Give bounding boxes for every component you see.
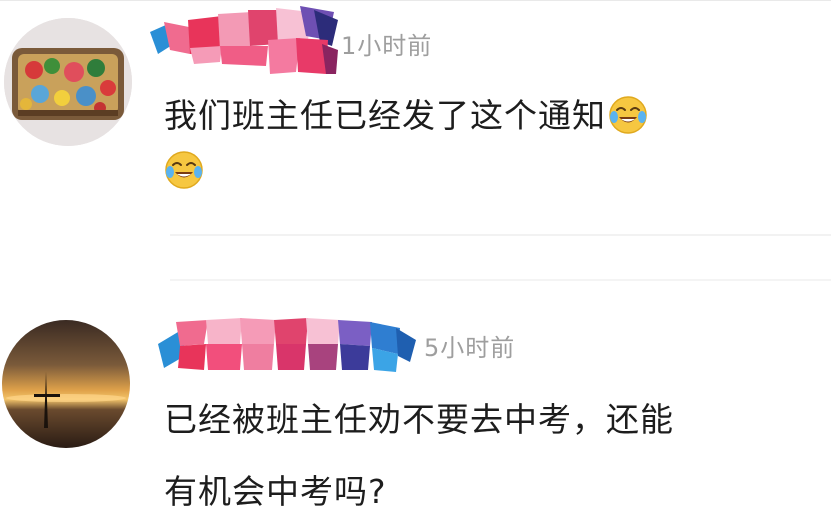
comment-text: 已经被班主任劝不要去中考，还能 有机会中考吗? [164, 384, 804, 528]
username-mosaic[interactable] [150, 6, 338, 78]
avatar[interactable] [2, 320, 130, 448]
comment-text-line: 已经被班主任劝不要去中考，还能 [164, 400, 674, 439]
comment-text-body: 我们班主任已经发了这个通知 [164, 96, 606, 135]
crying-laughing-face-icon [164, 150, 204, 190]
comment-item: 1小时前 我们班主任已经发了这个通知 [0, 0, 831, 281]
avatar[interactable] [4, 18, 132, 146]
crying-laughing-face-icon [608, 95, 648, 135]
comment-time: 1小时前 [341, 32, 433, 60]
comment-text: 我们班主任已经发了这个通知 [164, 82, 804, 190]
comment-divider [170, 279, 831, 281]
reply-divider [170, 234, 831, 236]
username-mosaic[interactable] [158, 314, 418, 372]
comment-time: 5小时前 [424, 334, 516, 362]
comment-text-line: 有机会中考吗? [164, 472, 387, 511]
